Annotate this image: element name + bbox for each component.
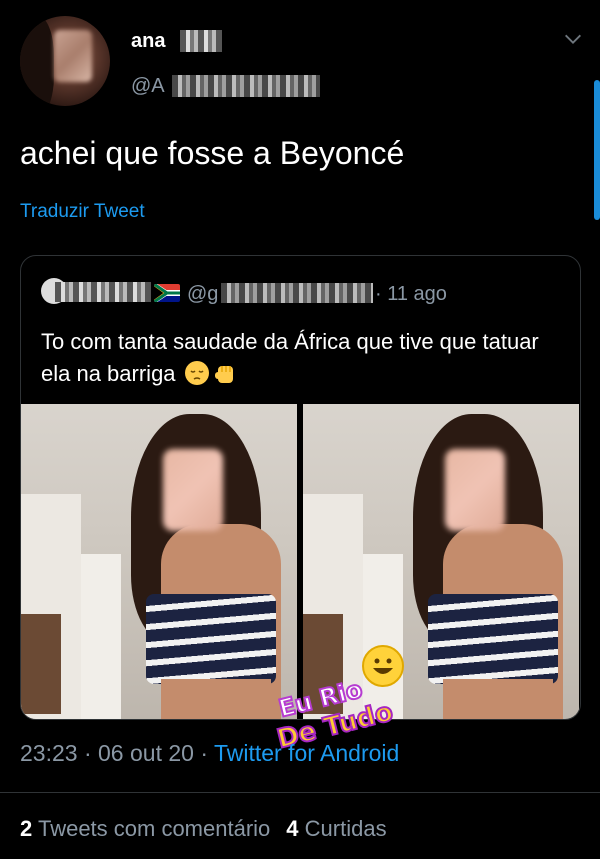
quoted-time[interactable]: · 11 ago bbox=[375, 283, 447, 306]
image-shelf bbox=[21, 614, 61, 714]
quoted-name-redaction bbox=[55, 282, 151, 302]
likes-count: 4 bbox=[286, 816, 299, 841]
handle-redaction bbox=[172, 75, 320, 97]
south-africa-flag-icon bbox=[154, 284, 180, 302]
tweet-source[interactable]: Twitter for Android bbox=[214, 740, 399, 766]
name-redaction bbox=[180, 30, 222, 52]
raised-fist-icon bbox=[212, 360, 238, 386]
quoted-text: To com tanta saudade da África que tive … bbox=[41, 326, 561, 390]
quote-tweets-count: 2 bbox=[20, 816, 33, 841]
divider bbox=[0, 792, 600, 793]
quoted-image-1[interactable] bbox=[21, 404, 297, 719]
quoted-handle[interactable]: @g bbox=[187, 283, 218, 306]
display-name[interactable]: ana bbox=[131, 30, 165, 53]
likes-stat[interactable]: 4 Curtidas bbox=[286, 816, 386, 841]
quote-tweets-label: Tweets com comentário bbox=[37, 816, 271, 841]
image-door bbox=[81, 554, 121, 719]
meta-separator: · bbox=[77, 740, 99, 766]
smiley-icon bbox=[362, 645, 404, 687]
translate-tweet-link[interactable]: Traduzir Tweet bbox=[20, 201, 145, 223]
chevron-down-icon[interactable] bbox=[562, 28, 584, 50]
blurred-face bbox=[445, 449, 505, 531]
quoted-handle-redaction bbox=[221, 283, 373, 303]
pensive-face-icon bbox=[184, 360, 210, 386]
tweet-date[interactable]: 06 out 20 bbox=[98, 740, 194, 766]
tweet-stats: 2 Tweets com comentário 4 Curtidas bbox=[20, 816, 387, 842]
tweet-text: achei que fosse a Beyoncé bbox=[20, 135, 405, 171]
likes-label: Curtidas bbox=[304, 816, 387, 841]
user-handle[interactable]: @A bbox=[131, 75, 165, 98]
image-belly bbox=[443, 679, 553, 719]
avatar-blur bbox=[54, 30, 92, 82]
tweet-meta: 23:23 · 06 out 20 · Twitter for Android bbox=[20, 740, 399, 767]
avatar[interactable] bbox=[20, 16, 110, 106]
tweet-time[interactable]: 23:23 bbox=[20, 740, 78, 766]
striped-top bbox=[428, 594, 558, 684]
avatar-hair bbox=[20, 16, 54, 106]
blurred-face bbox=[163, 449, 223, 531]
scrollbar[interactable] bbox=[594, 80, 600, 220]
watermark-logo: Eu Rio De Tudo bbox=[273, 645, 416, 756]
quote-tweets-stat[interactable]: 2 Tweets com comentário bbox=[20, 816, 270, 841]
image-belly bbox=[161, 679, 271, 719]
quoted-text-body: To com tanta saudade da África que tive … bbox=[41, 329, 539, 386]
striped-top bbox=[146, 594, 276, 684]
meta-separator: · bbox=[193, 740, 214, 766]
